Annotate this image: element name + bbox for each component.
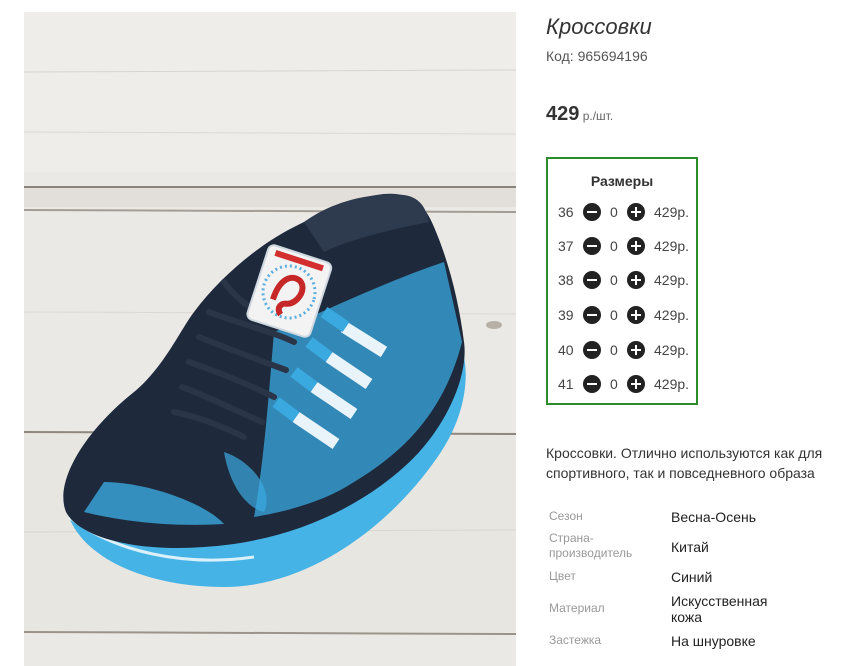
plus-circle-icon[interactable] [627, 341, 645, 359]
plus-circle-icon[interactable] [627, 306, 645, 324]
product-price: 429 р./шт. [546, 103, 613, 126]
product-description: Кроссовки. Отлично используются как для … [546, 445, 823, 481]
size-quantity: 0 [610, 376, 618, 392]
attribute-label: Застежка [549, 633, 602, 647]
size-label: 41 [558, 376, 574, 392]
sizes-panel: Размеры 36 0 429р. 37 0 429р. 38 0 429р.… [546, 157, 698, 405]
size-quantity: 0 [610, 204, 618, 220]
size-price: 429р. [654, 376, 690, 392]
size-price: 429р. [654, 272, 690, 288]
minus-circle-icon[interactable] [583, 203, 601, 221]
minus-circle-icon[interactable] [583, 271, 601, 289]
size-quantity: 0 [610, 272, 618, 288]
size-label: 39 [558, 307, 574, 323]
plus-circle-icon[interactable] [627, 203, 645, 221]
attribute-label: Сезон [549, 509, 583, 523]
attribute-value: Китай [671, 539, 709, 555]
plus-circle-icon[interactable] [627, 375, 645, 393]
attribute-value: Синий [671, 569, 713, 585]
size-row: 36 0 429р. [548, 201, 696, 223]
size-price: 429р. [654, 238, 690, 254]
plus-circle-icon[interactable] [627, 271, 645, 289]
attribute-label: Страна-производитель [549, 531, 633, 560]
price-value: 429 [546, 103, 580, 125]
size-row: 37 0 429р. [548, 235, 696, 257]
minus-circle-icon[interactable] [583, 306, 601, 324]
product-image[interactable] [24, 12, 516, 666]
size-row: 41 0 429р. [548, 373, 696, 395]
attribute-label: Цвет [549, 569, 576, 583]
size-price: 429р. [654, 307, 690, 323]
product-title: Кроссовки [546, 14, 652, 39]
size-row: 39 0 429р. [548, 304, 696, 326]
size-quantity: 0 [610, 238, 618, 254]
attribute-value: Искусственная кожа [671, 593, 768, 625]
size-quantity: 0 [610, 307, 618, 323]
size-row: 40 0 429р. [548, 339, 696, 361]
plus-circle-icon[interactable] [627, 237, 645, 255]
attribute-value: На шнуровке [671, 633, 756, 649]
size-label: 38 [558, 272, 574, 288]
size-price: 429р. [654, 342, 690, 358]
attribute-value: Весна-Осень [671, 509, 757, 525]
product-code: Код: 965694196 [546, 48, 648, 64]
sizes-title: Размеры [590, 173, 654, 189]
size-price: 429р. [654, 204, 690, 220]
size-quantity: 0 [610, 342, 618, 358]
minus-circle-icon[interactable] [583, 375, 601, 393]
minus-circle-icon[interactable] [583, 237, 601, 255]
size-label: 36 [558, 204, 574, 220]
size-label: 40 [558, 342, 574, 358]
minus-circle-icon[interactable] [583, 341, 601, 359]
price-unit: р./шт. [579, 109, 614, 123]
size-label: 37 [558, 238, 574, 254]
size-row: 38 0 429р. [548, 269, 696, 291]
attribute-label: Материал [549, 601, 605, 615]
